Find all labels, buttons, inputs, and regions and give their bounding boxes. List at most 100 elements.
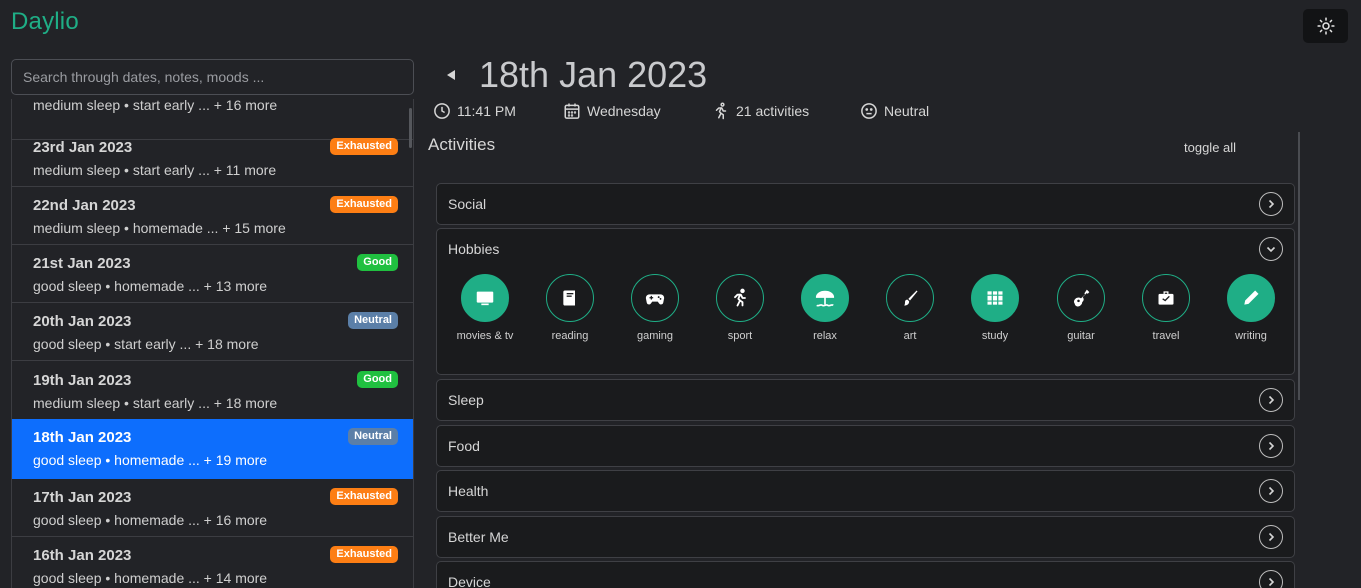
- day-list-item[interactable]: 23rd Jan 2023 medium sleep • start early…: [12, 129, 413, 187]
- day-date: 21st Jan 2023: [33, 255, 131, 272]
- category-food-header[interactable]: Food: [437, 426, 1294, 466]
- category-better-me: Better Me: [436, 516, 1295, 558]
- activity-label: relax: [813, 330, 837, 342]
- search-input[interactable]: [11, 59, 414, 95]
- caret-left-icon[interactable]: [447, 70, 455, 80]
- day-list-item[interactable]: 16th Jan 2023 good sleep • homemade ... …: [12, 537, 413, 588]
- day-list-item[interactable]: 19th Jan 2023 medium sleep • start early…: [12, 362, 413, 420]
- activity-writing[interactable]: writing: [1215, 274, 1287, 345]
- neutral-face-icon: [861, 103, 877, 119]
- activity-label: travel: [1152, 330, 1180, 342]
- category-hobbies: Hobbies movies & tv reading gaming sport: [436, 228, 1295, 375]
- chevron-right-icon: [1259, 388, 1283, 412]
- mood-badge: Exhausted: [330, 488, 398, 505]
- running-icon: [716, 274, 764, 322]
- activity-reading[interactable]: reading: [534, 274, 606, 345]
- activity-travel[interactable]: travel: [1130, 274, 1202, 345]
- chevron-down-icon: [1259, 237, 1283, 261]
- day-list-scrollbar[interactable]: [409, 108, 412, 148]
- guitar-icon: [1057, 274, 1105, 322]
- mood-text: Neutral: [884, 103, 930, 119]
- activity-guitar[interactable]: guitar: [1045, 274, 1117, 345]
- hobbies-grid: movies & tv reading gaming sport relax a…: [437, 269, 1294, 374]
- beach-umbrella-icon: [801, 274, 849, 322]
- running-icon: [715, 102, 727, 120]
- category-health-header[interactable]: Health: [437, 471, 1294, 511]
- category-device: Device: [436, 561, 1295, 588]
- category-better-me-header[interactable]: Better Me: [437, 517, 1294, 557]
- chevron-right-icon: [1259, 570, 1283, 588]
- day-summary: good sleep • homemade ... + 14 more: [33, 570, 268, 586]
- day-list-item[interactable]: 22nd Jan 2023 medium sleep • homemade ..…: [12, 187, 413, 245]
- day-date: 18th Jan 2023: [33, 429, 132, 446]
- pen-icon: [1227, 274, 1275, 322]
- book-icon: [546, 274, 594, 322]
- category-label: Health: [448, 483, 489, 499]
- activity-gaming[interactable]: gaming: [619, 274, 691, 345]
- activity-relax[interactable]: relax: [789, 274, 861, 345]
- entry-mood: Neutral: [860, 100, 929, 122]
- day-summary: good sleep • start early ... + 18 more: [33, 336, 259, 352]
- books-icon: [971, 274, 1019, 322]
- day-summary: good sleep • homemade ... + 13 more: [33, 278, 268, 294]
- category-label: Social: [448, 196, 487, 212]
- chevron-right-icon: [1259, 479, 1283, 503]
- weekday-text: Wednesday: [587, 103, 661, 119]
- category-sleep: Sleep: [436, 379, 1295, 421]
- day-summary: good sleep • homemade ... + 16 more: [33, 512, 268, 528]
- calendar-icon: [564, 103, 580, 119]
- category-health: Health: [436, 470, 1295, 512]
- category-hobbies-header[interactable]: Hobbies: [437, 229, 1294, 269]
- gamepad-icon: [631, 274, 679, 322]
- day-list[interactable]: medium sleep • start early ... + 16 more…: [11, 99, 414, 588]
- theme-toggle-button[interactable]: [1303, 9, 1348, 43]
- day-list-item[interactable]: 21st Jan 2023 good sleep • homemade ... …: [12, 245, 413, 303]
- detail-scrollbar[interactable]: [1298, 132, 1300, 400]
- mood-badge: Exhausted: [330, 196, 398, 213]
- chevron-right-icon: [1259, 525, 1283, 549]
- activities-heading: Activities: [428, 135, 496, 154]
- mood-badge: Exhausted: [330, 546, 398, 563]
- chevron-right-icon: [1259, 434, 1283, 458]
- chevron-right-icon: [1259, 192, 1283, 216]
- app-logo[interactable]: Daylio: [11, 8, 79, 36]
- toggle-all-link[interactable]: toggle all: [1184, 140, 1236, 155]
- activity-label: reading: [551, 330, 589, 342]
- day-list-item[interactable]: 20th Jan 2023 good sleep • start early .…: [12, 303, 413, 361]
- category-social-header[interactable]: Social: [437, 184, 1294, 224]
- tv-icon: [461, 274, 509, 322]
- day-date: 19th Jan 2023: [33, 372, 132, 389]
- activity-study[interactable]: study: [959, 274, 1031, 345]
- mood-badge: Good: [357, 254, 398, 271]
- activity-label: writing: [1235, 330, 1267, 342]
- category-food: Food: [436, 425, 1295, 467]
- entry-weekday: Wednesday: [563, 100, 661, 122]
- day-summary: medium sleep • start early ... + 16 more: [33, 99, 278, 113]
- clock-icon: [434, 103, 450, 119]
- activity-label: gaming: [636, 330, 674, 342]
- day-list-item-selected[interactable]: 18th Jan 2023 good sleep • homemade ... …: [12, 419, 413, 479]
- app-root: Daylio medium sleep • start early ... + …: [0, 0, 1361, 588]
- activity-label: study: [981, 330, 1009, 342]
- category-label: Food: [448, 438, 480, 454]
- activity-art[interactable]: art: [874, 274, 946, 345]
- category-device-header[interactable]: Device: [437, 562, 1294, 588]
- day-list-item[interactable]: 17th Jan 2023 good sleep • homemade ... …: [12, 479, 413, 537]
- day-summary: medium sleep • start early ... + 11 more: [33, 162, 277, 178]
- mood-badge: Good: [357, 371, 398, 388]
- category-social: Social: [436, 183, 1295, 225]
- category-label: Hobbies: [448, 241, 500, 257]
- activity-label: guitar: [1067, 330, 1095, 342]
- activity-movies-tv[interactable]: movies & tv: [449, 274, 521, 345]
- category-label: Device: [448, 574, 491, 588]
- mood-badge: Neutral: [348, 312, 398, 329]
- activity-label: sport: [727, 330, 753, 342]
- suitcase-icon: [1142, 274, 1190, 322]
- mood-badge: Neutral: [348, 428, 398, 445]
- activity-sport[interactable]: sport: [704, 274, 776, 345]
- time-text: 11:41 PM: [457, 103, 516, 119]
- page-title: 18th Jan 2023: [479, 54, 708, 95]
- entry-activities-count: 21 activities: [712, 100, 809, 122]
- category-sleep-header[interactable]: Sleep: [437, 380, 1294, 420]
- day-summary: medium sleep • start early ... + 18 more: [33, 395, 278, 411]
